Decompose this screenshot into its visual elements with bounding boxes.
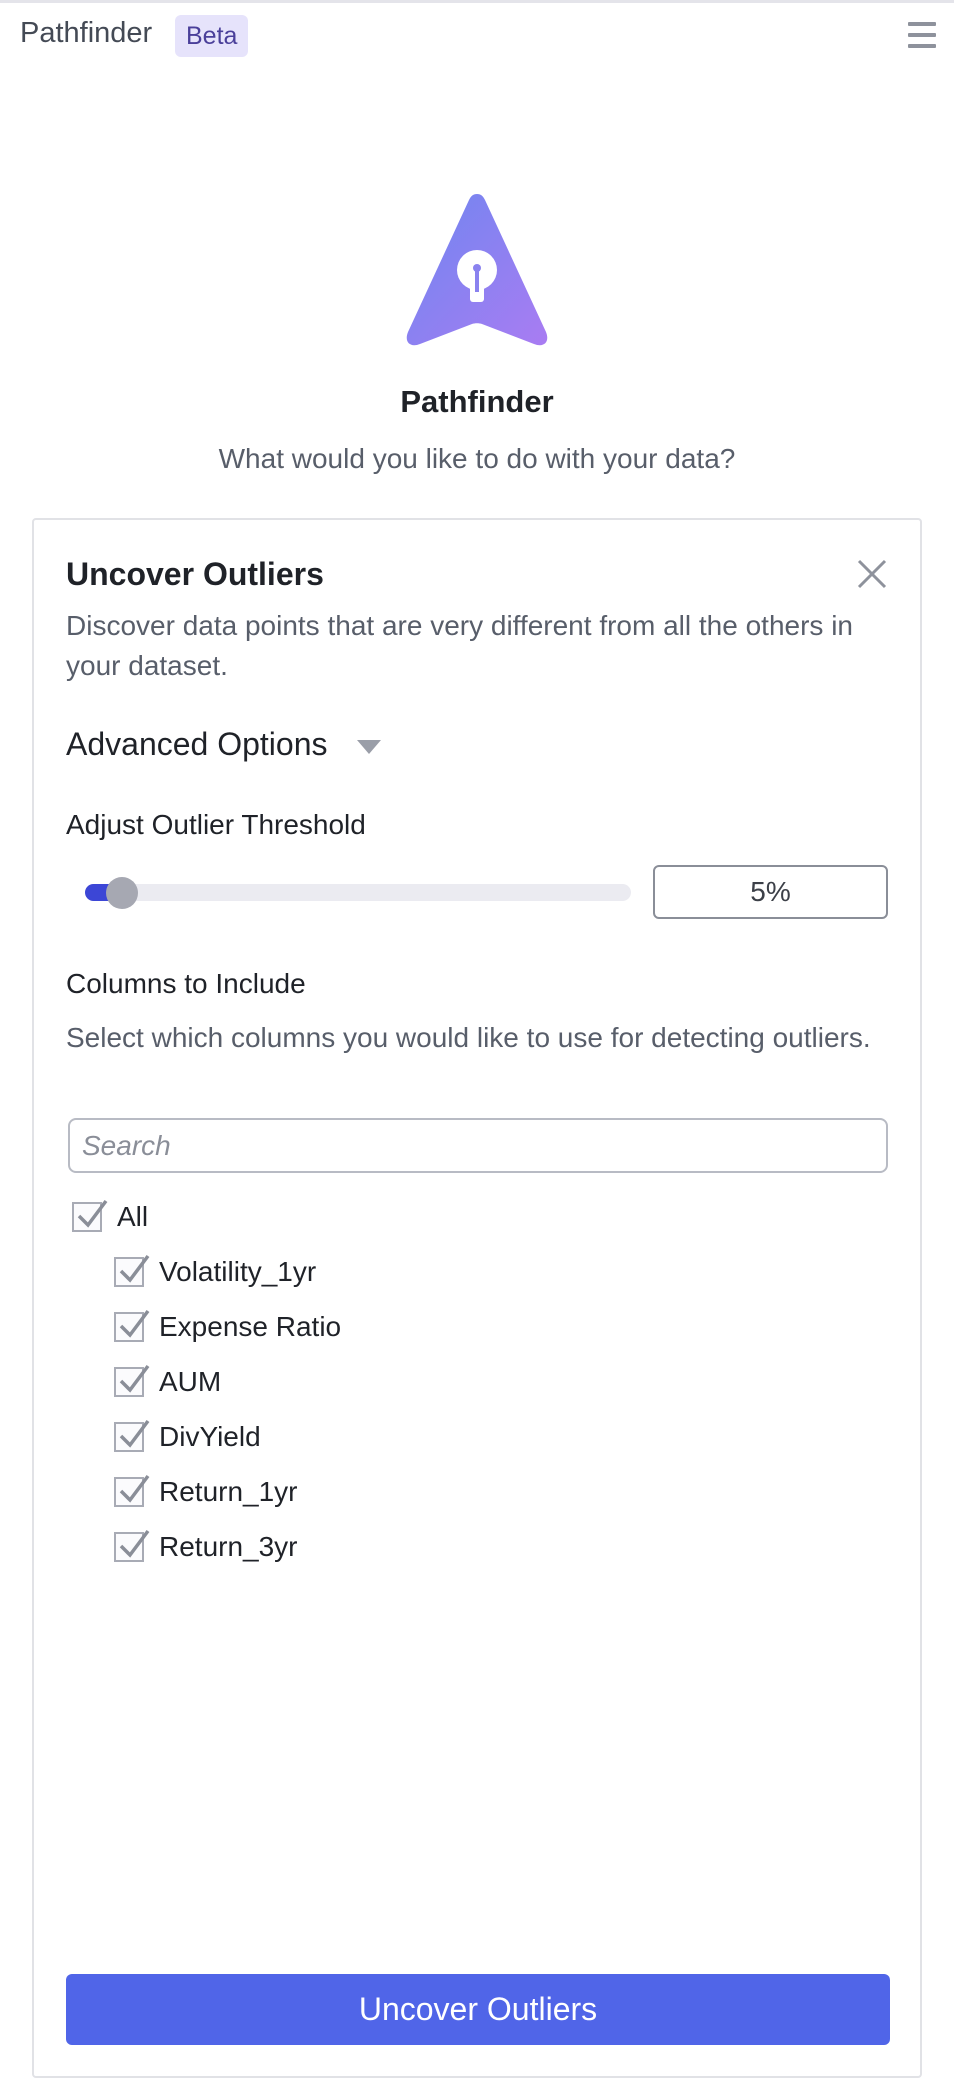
app-header: Pathfinder Beta xyxy=(0,3,954,65)
checkbox-label: Volatility_1yr xyxy=(159,1256,317,1287)
checkbox[interactable] xyxy=(114,1254,150,1287)
threshold-value-input[interactable]: 5% xyxy=(653,865,888,919)
checkbox-label: AUM xyxy=(159,1366,222,1397)
checkbox-label: DivYield xyxy=(159,1421,261,1452)
caret-down-icon[interactable] xyxy=(356,739,382,755)
card-title: Uncover Outliers xyxy=(66,556,324,592)
checkbox-all[interactable] xyxy=(72,1199,108,1232)
checkmark-icon xyxy=(119,1474,150,1503)
threshold-label: Adjust Outlier Threshold xyxy=(66,809,366,840)
checkbox-label: Return_3yr xyxy=(159,1531,298,1562)
hero-subtitle: What would you like to do with your data… xyxy=(218,443,736,474)
checkmark-icon xyxy=(77,1199,108,1228)
card-description: Discover data points that are very diffe… xyxy=(66,610,853,681)
checkbox[interactable] xyxy=(114,1529,150,1562)
threshold-slider-track[interactable] xyxy=(85,884,631,901)
checkbox[interactable] xyxy=(114,1474,150,1507)
lightbulb-arrow-logo xyxy=(406,194,548,346)
advanced-options-toggle[interactable]: Advanced Options xyxy=(66,726,328,763)
threshold-slider-handle[interactable] xyxy=(106,877,138,909)
checkbox[interactable] xyxy=(114,1309,150,1342)
checkbox-label: Expense Ratio xyxy=(159,1311,342,1342)
checkmark-icon xyxy=(119,1419,150,1448)
hamburger-menu-icon[interactable] xyxy=(906,19,938,51)
checkmark-icon xyxy=(119,1529,150,1558)
checkmark-icon xyxy=(119,1309,150,1338)
checkmark-icon xyxy=(119,1254,150,1283)
checkbox-label: All xyxy=(117,1201,149,1232)
beta-badge: Beta xyxy=(175,15,249,57)
app-name: Pathfinder xyxy=(20,17,153,49)
columns-label: Columns to Include xyxy=(66,968,306,999)
checkbox[interactable] xyxy=(114,1419,150,1452)
columns-description: Select which columns you would like to u… xyxy=(66,1022,871,1053)
hero-title: Pathfinder xyxy=(400,384,554,419)
checkmark-icon xyxy=(119,1364,150,1393)
uncover-outliers-button[interactable]: Uncover Outliers xyxy=(66,1974,890,2045)
column-search-input[interactable] xyxy=(68,1118,888,1173)
checkbox-label: Return_1yr xyxy=(159,1476,298,1507)
checkbox[interactable] xyxy=(114,1364,150,1397)
close-icon[interactable] xyxy=(854,556,890,592)
